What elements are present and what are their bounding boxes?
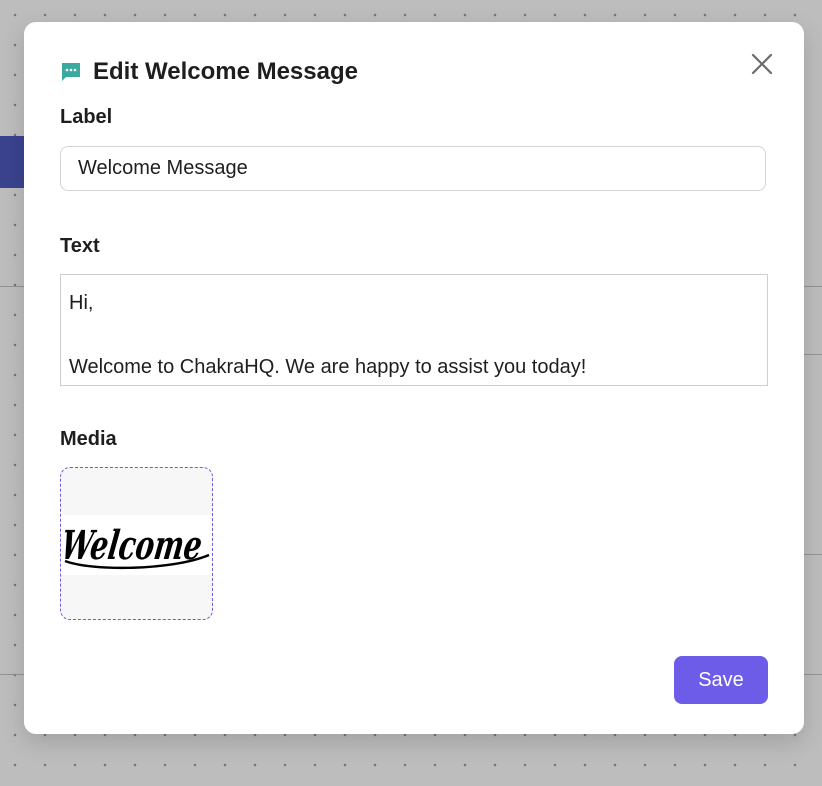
- label-input[interactable]: [60, 146, 766, 191]
- label-field-heading: Label: [60, 106, 113, 128]
- save-button[interactable]: Save: [674, 656, 768, 704]
- modal-header: Edit Welcome Message: [60, 58, 358, 86]
- media-field-heading: Media: [60, 428, 117, 450]
- message-icon: [62, 63, 80, 81]
- message-text-area[interactable]: Hi, Welcome to ChakraHQ. We are happy to…: [60, 274, 768, 386]
- welcome-image: Welcome: [61, 522, 210, 570]
- media-upload-box[interactable]: Welcome: [60, 467, 213, 620]
- modal-title: Edit Welcome Message: [93, 58, 358, 85]
- text-field-heading: Text: [60, 235, 100, 257]
- edit-welcome-message-modal: Edit Welcome Message Label Text Hi, Welc…: [24, 22, 804, 734]
- close-icon[interactable]: [750, 52, 774, 76]
